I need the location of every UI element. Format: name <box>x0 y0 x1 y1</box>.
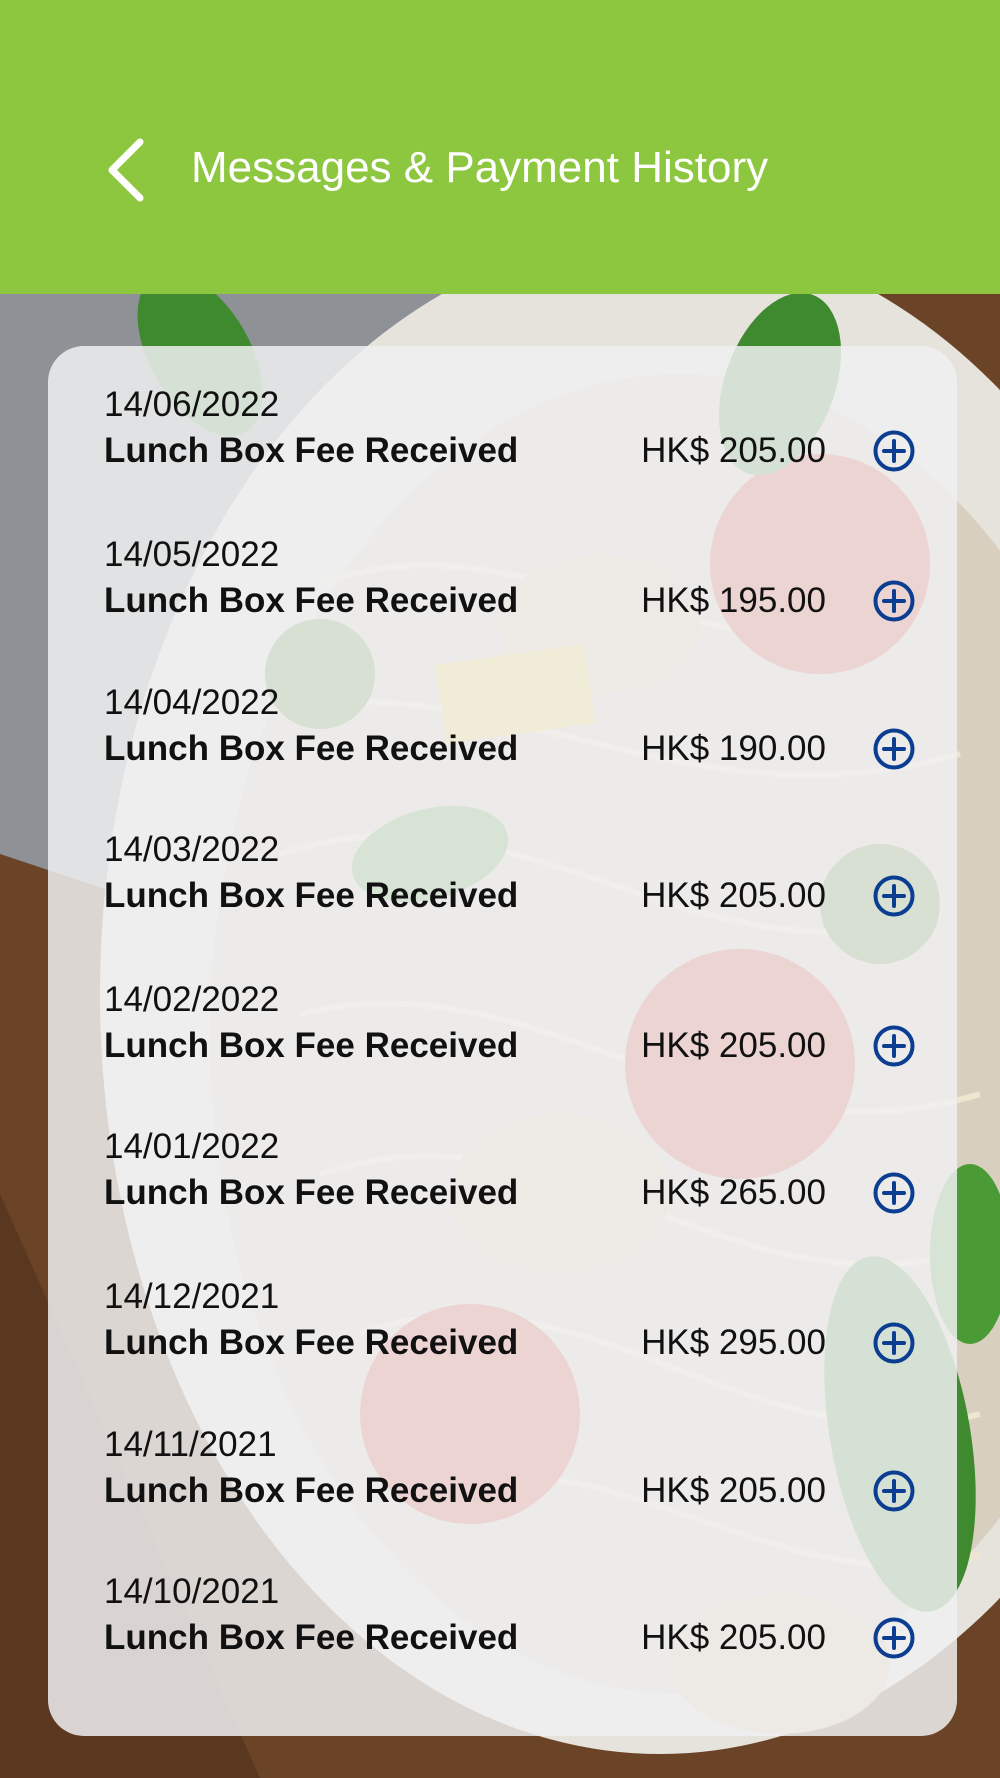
payment-description: Lunch Box Fee Received <box>104 1026 519 1065</box>
payment-date: 14/04/2022 <box>104 683 280 722</box>
payment-date: 14/03/2022 <box>104 830 280 869</box>
payment-description: Lunch Box Fee Received <box>104 876 519 915</box>
payment-date: 14/12/2021 <box>104 1277 280 1316</box>
payment-date: 14/10/2021 <box>104 1572 280 1611</box>
plus-circle-icon <box>873 580 915 622</box>
plus-circle-icon <box>873 430 915 472</box>
payment-row: 14/01/2022 Lunch Box Fee Received HK$ 26… <box>48 1125 957 1235</box>
payment-date: 14/02/2022 <box>104 980 280 1019</box>
payment-amount: HK$ 205.00 <box>641 1471 826 1510</box>
payment-row: 14/12/2021 Lunch Box Fee Received HK$ 29… <box>48 1275 957 1385</box>
plus-circle-icon <box>873 1617 915 1659</box>
chevron-left-icon <box>108 138 144 202</box>
payment-amount: HK$ 195.00 <box>641 581 826 620</box>
payment-description: Lunch Box Fee Received <box>104 1471 519 1510</box>
expand-button[interactable] <box>872 1024 916 1068</box>
payment-row: 14/11/2021 Lunch Box Fee Received HK$ 20… <box>48 1423 957 1533</box>
expand-button[interactable] <box>872 429 916 473</box>
payment-date: 14/05/2022 <box>104 535 280 574</box>
payment-description: Lunch Box Fee Received <box>104 729 519 768</box>
expand-button[interactable] <box>872 1321 916 1365</box>
plus-circle-icon <box>873 875 915 917</box>
payment-row: 14/02/2022 Lunch Box Fee Received HK$ 20… <box>48 978 957 1088</box>
expand-button[interactable] <box>872 727 916 771</box>
plus-circle-icon <box>873 728 915 770</box>
payment-description: Lunch Box Fee Received <box>104 431 519 470</box>
payment-row: 14/04/2022 Lunch Box Fee Received HK$ 19… <box>48 681 957 791</box>
back-button[interactable] <box>100 136 160 206</box>
app-header: Messages & Payment History <box>0 0 1000 294</box>
payment-description: Lunch Box Fee Received <box>104 1173 519 1212</box>
expand-button[interactable] <box>872 1171 916 1215</box>
expand-button[interactable] <box>872 874 916 918</box>
payment-amount: HK$ 205.00 <box>641 431 826 470</box>
expand-button[interactable] <box>872 579 916 623</box>
payment-description: Lunch Box Fee Received <box>104 1618 519 1657</box>
payment-date: 14/01/2022 <box>104 1127 280 1166</box>
payment-row: 14/05/2022 Lunch Box Fee Received HK$ 19… <box>48 533 957 643</box>
expand-button[interactable] <box>872 1469 916 1513</box>
payment-amount: HK$ 295.00 <box>641 1323 826 1362</box>
plus-circle-icon <box>873 1322 915 1364</box>
payment-date: 14/11/2021 <box>104 1425 277 1464</box>
payment-row: 14/03/2022 Lunch Box Fee Received HK$ 20… <box>48 828 957 938</box>
plus-circle-icon <box>873 1025 915 1067</box>
plus-circle-icon <box>873 1470 915 1512</box>
payment-row: 14/10/2021 Lunch Box Fee Received HK$ 20… <box>48 1570 957 1680</box>
page-title: Messages & Payment History <box>191 143 769 192</box>
payment-amount: HK$ 265.00 <box>641 1173 826 1212</box>
payment-row: 14/06/2022 Lunch Box Fee Received HK$ 20… <box>48 383 957 493</box>
payment-amount: HK$ 190.00 <box>641 729 826 768</box>
payment-amount: HK$ 205.00 <box>641 1618 826 1657</box>
payment-description: Lunch Box Fee Received <box>104 581 519 620</box>
payment-amount: HK$ 205.00 <box>641 1026 826 1065</box>
expand-button[interactable] <box>872 1616 916 1660</box>
payment-description: Lunch Box Fee Received <box>104 1323 519 1362</box>
payment-amount: HK$ 205.00 <box>641 876 826 915</box>
plus-circle-icon <box>873 1172 915 1214</box>
payment-date: 14/06/2022 <box>104 385 280 424</box>
payment-history-card: 14/06/2022 Lunch Box Fee Received HK$ 20… <box>48 346 957 1736</box>
